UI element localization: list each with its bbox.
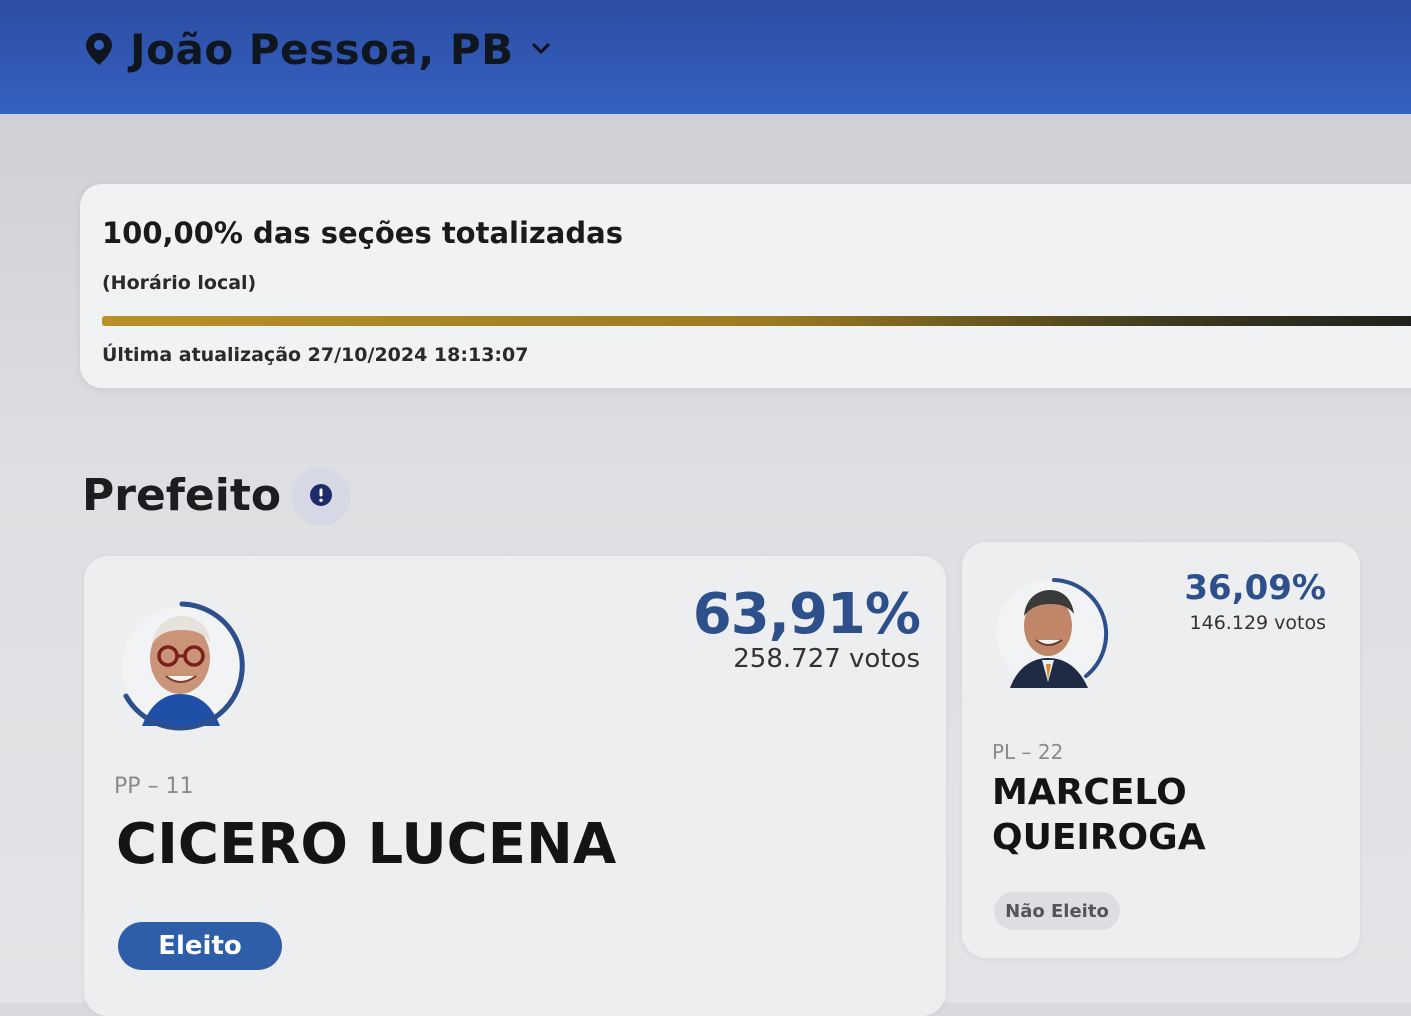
candidate-name: CICERO LUCENA: [116, 812, 617, 877]
totalization-progress-bar: [102, 316, 1411, 326]
info-icon: [308, 482, 334, 513]
candidate-percent: 36,09%: [1184, 568, 1326, 608]
location-title: João Pessoa, PB: [130, 24, 514, 74]
map-pin-icon: [84, 32, 114, 66]
location-selector[interactable]: João Pessoa, PB: [84, 18, 552, 80]
candidate-votes: 258.727 votos: [733, 644, 920, 674]
progress-fill: [102, 316, 1411, 326]
info-button[interactable]: [292, 468, 350, 526]
candidate-votes: 146.129 votos: [1189, 612, 1326, 634]
candidate-avatar: [112, 596, 252, 736]
totalization-title: 100,00% das seções totalizadas: [102, 216, 623, 250]
candidate-card-not-elected[interactable]: 36,09% 146.129 votos PL – 22 MARCELO QUE…: [962, 542, 1360, 958]
candidate-party: PP – 11: [114, 774, 194, 799]
candidate-percent: 63,91%: [692, 582, 921, 647]
candidate-photo-icon: [996, 578, 1109, 688]
elected-badge: Eleito: [118, 922, 282, 970]
candidate-card-elected[interactable]: 63,91% 258.727 votos PP – 11 CICERO LUCE…: [84, 556, 946, 1016]
candidate-party: PL – 22: [992, 740, 1064, 764]
candidate-name: MARCELO QUEIROGA: [992, 772, 1206, 858]
header-bar: João Pessoa, PB: [0, 0, 1411, 114]
not-elected-badge: Não Eleito: [994, 892, 1120, 930]
candidate-avatar: [990, 572, 1114, 696]
chevron-down-icon: [530, 41, 552, 57]
last-update-label: Última atualização 27/10/2024 18:13:07: [102, 344, 529, 366]
section-title-prefeito: Prefeito: [82, 470, 282, 521]
totalization-status-card: 100,00% das seções totalizadas (Horário …: [80, 184, 1411, 388]
local-time-label: (Horário local): [102, 272, 257, 294]
candidate-photo-icon: [122, 601, 245, 731]
